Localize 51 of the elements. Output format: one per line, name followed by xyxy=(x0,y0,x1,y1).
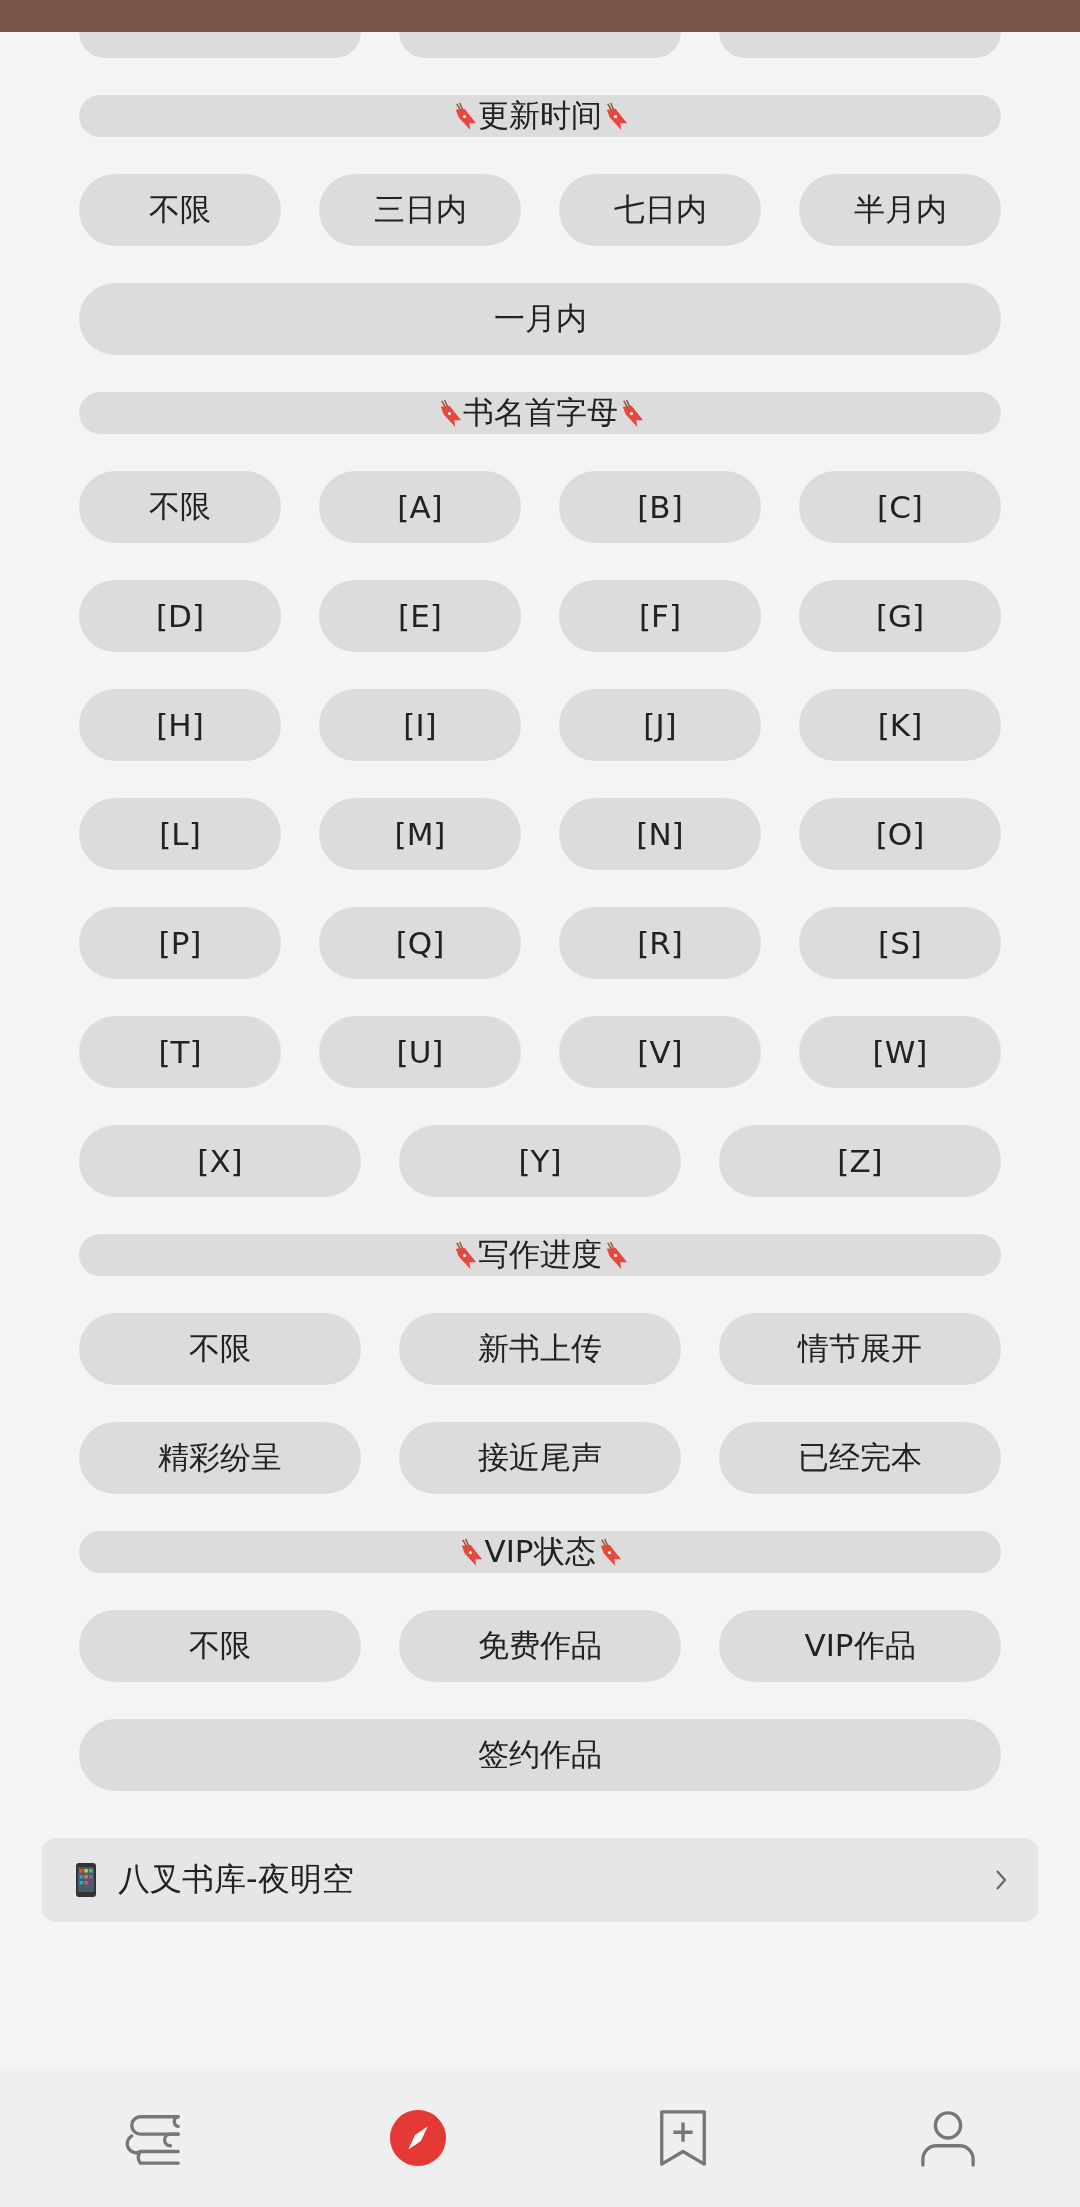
filter-chip[interactable]: VIP作品 xyxy=(719,1610,1001,1682)
user-icon[interactable] xyxy=(918,2109,977,2167)
source-link[interactable]: 八叉书库-夜明空 xyxy=(42,1838,1038,1922)
filter-chip[interactable]: 三日内 xyxy=(319,174,521,246)
filter-chip[interactable]: [X] xyxy=(79,1125,361,1197)
section-header: 书名首字母 xyxy=(79,392,1001,434)
filter-chip[interactable]: 已经完本 xyxy=(719,1422,1001,1494)
filter-chip[interactable]: 不限 xyxy=(79,1610,361,1682)
filter-chip[interactable]: [K] xyxy=(799,689,1001,761)
filter-chip[interactable]: [C] xyxy=(799,471,1001,543)
compass-icon[interactable] xyxy=(388,2109,447,2167)
filter-chip[interactable]: [A] xyxy=(319,471,521,543)
filter-chip[interactable]: [L] xyxy=(79,798,281,870)
filter-chip[interactable]: [W] xyxy=(799,1016,1001,1088)
section-header: 写作进度 xyxy=(79,1234,1001,1276)
filter-chip[interactable]: [I] xyxy=(319,689,521,761)
filter-chip[interactable]: [R] xyxy=(559,907,761,979)
filter-chip[interactable]: 不限 xyxy=(79,174,281,246)
filter-chip[interactable]: [P] xyxy=(79,907,281,979)
filter-chip[interactable]: 新书上传 xyxy=(399,1313,681,1385)
filter-chip[interactable]: [N] xyxy=(559,798,761,870)
section-header: VIP状态 xyxy=(79,1531,1001,1573)
filter-chip[interactable]: 不限 xyxy=(79,1313,361,1385)
filter-chip[interactable]: [B] xyxy=(559,471,761,543)
filter-chip[interactable]: [V] xyxy=(559,1016,761,1088)
filter-chip[interactable]: [T] xyxy=(79,1016,281,1088)
filter-chip[interactable]: [H] xyxy=(79,689,281,761)
filter-chip[interactable]: [U] xyxy=(319,1016,521,1088)
filter-chip[interactable]: 签约作品 xyxy=(79,1719,1001,1791)
filter-chip[interactable]: [D] xyxy=(79,580,281,652)
filter-chip[interactable]: [G] xyxy=(799,580,1001,652)
filter-chip[interactable]: 一月内 xyxy=(79,283,1001,355)
filter-chip[interactable]: 精彩纷呈 xyxy=(79,1422,361,1494)
filter-chip[interactable]: 接近尾声 xyxy=(399,1422,681,1494)
filter-chip[interactable]: [Q] xyxy=(319,907,521,979)
filter-chip[interactable]: [S] xyxy=(799,907,1001,979)
filter-chip[interactable]: 七日内 xyxy=(559,174,761,246)
phone-icon xyxy=(74,1862,98,1898)
filter-chip[interactable]: [Y] xyxy=(399,1125,681,1197)
filter-chip[interactable]: 免费作品 xyxy=(399,1610,681,1682)
section-header: 更新时间 xyxy=(79,95,1001,137)
filter-chip[interactable]: [Z] xyxy=(719,1125,1001,1197)
filter-chip[interactable]: 不限 xyxy=(79,471,281,543)
filter-chip[interactable]: 情节展开 xyxy=(719,1313,1001,1385)
filter-chip[interactable]: [E] xyxy=(319,580,521,652)
filter-chip[interactable]: [M] xyxy=(319,798,521,870)
filter-chip[interactable]: [J] xyxy=(559,689,761,761)
filter-chip[interactable]: [O] xyxy=(799,798,1001,870)
chevron-right-icon xyxy=(994,1868,1008,1892)
filter-chip[interactable]: [F] xyxy=(559,580,761,652)
filter-chip[interactable]: 半月内 xyxy=(799,174,1001,246)
